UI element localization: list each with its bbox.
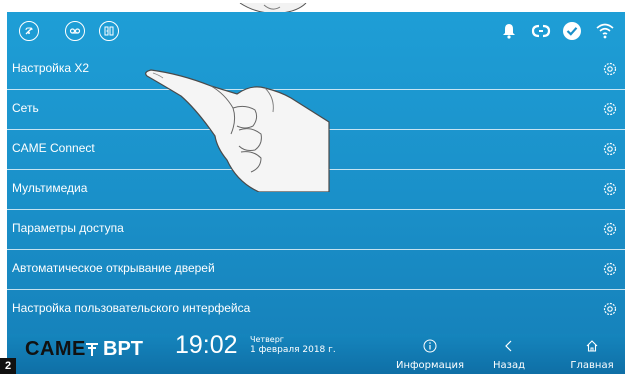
menu-item-label: CAME Connect	[12, 141, 95, 155]
menu-item-label: Автоматическое открывание дверей	[12, 261, 215, 275]
menu-item-label: Настройка X2	[12, 61, 90, 75]
menu-item-access-parameters[interactable]: Параметры доступа	[7, 210, 625, 250]
figure-number-badge: 2	[0, 358, 16, 374]
menu-item-ui-settings[interactable]: Настройка пользовательского интерфейса	[7, 290, 625, 330]
came-logo: CAME	[25, 338, 86, 360]
gear-icon	[603, 182, 617, 196]
clock-day: Четверг	[250, 335, 284, 344]
door-status-icon[interactable]	[99, 21, 119, 41]
back-button[interactable]: Назад	[479, 334, 539, 374]
menu-item-label: Мультимедиа	[12, 181, 88, 195]
bell-icon	[499, 21, 519, 41]
clock-time: 19:02	[175, 331, 238, 359]
check-icon	[562, 21, 582, 41]
voicemail-icon[interactable]	[65, 21, 85, 41]
gear-icon	[603, 102, 617, 116]
wifi-icon	[595, 21, 615, 41]
menu-item-label: Сеть	[12, 101, 39, 115]
device-screen: Настройка X2 Сеть CAME Connect Мультимед…	[7, 12, 625, 374]
bpt-logo-mark-icon	[86, 343, 98, 356]
clock-date: 1 февраля 2018 г.	[250, 345, 336, 355]
info-icon	[423, 339, 437, 353]
bpt-logo: BPT	[103, 338, 143, 360]
gear-icon	[603, 302, 617, 316]
do-not-disturb-icon[interactable]	[19, 21, 39, 41]
info-button[interactable]: Информация	[395, 334, 465, 374]
pointing-hand-illustration	[141, 64, 331, 193]
bottom-bar: CAME BPT 19:02 Четверг 1 февраля 2018 г.…	[7, 331, 625, 374]
gear-icon	[603, 142, 617, 156]
menu-item-label: Настройка пользовательского интерфейса	[12, 301, 251, 315]
back-label: Назад	[492, 360, 525, 371]
info-label: Информация	[395, 360, 465, 371]
top-status-bar	[7, 12, 625, 50]
gear-icon	[603, 222, 617, 236]
menu-item-auto-door-open[interactable]: Автоматическое открывание дверей	[7, 250, 625, 290]
menu-item-label: Параметры доступа	[12, 221, 124, 235]
came-connect-icon	[531, 21, 551, 41]
home-label: Главная	[570, 360, 614, 371]
gear-icon	[603, 262, 617, 276]
hand-illustration-top	[238, 0, 308, 14]
home-icon	[586, 340, 598, 352]
gear-icon	[603, 62, 617, 76]
chevron-left-icon	[505, 340, 512, 352]
home-button[interactable]: Главная	[559, 334, 625, 374]
